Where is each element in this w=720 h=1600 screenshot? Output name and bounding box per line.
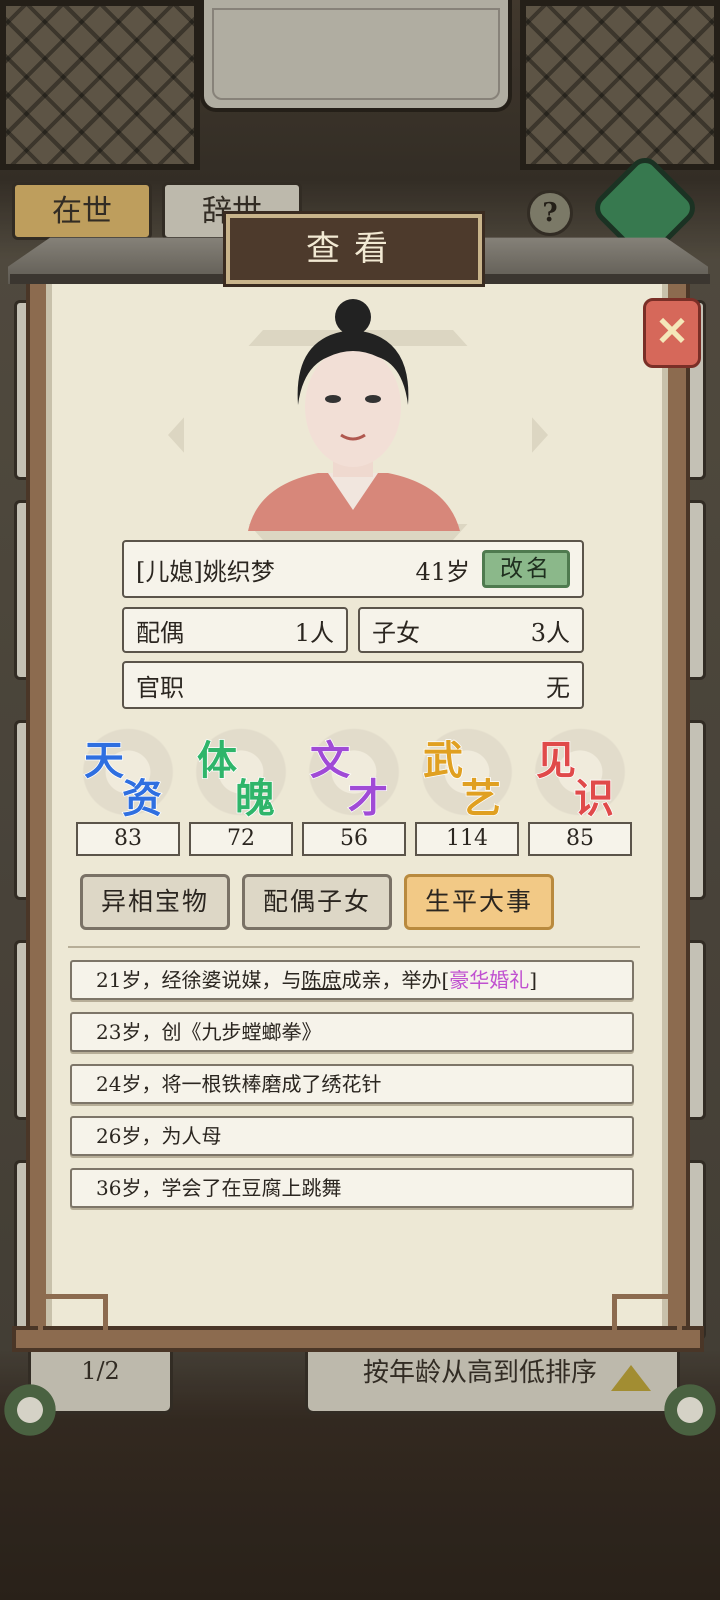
spouse-row: 配偶 1人 xyxy=(122,607,348,653)
stat-glyph: 见 xyxy=(535,736,577,785)
person-age: 41岁 xyxy=(415,557,470,586)
stat-glyph: 才 xyxy=(347,774,389,823)
event-text: ] xyxy=(529,968,538,992)
stat-physique-value: 72 xyxy=(189,822,293,856)
stat-glyph: 魄 xyxy=(234,774,276,823)
stat-literary-emblem: 文才 xyxy=(302,722,406,823)
tab-life-events[interactable]: 生平大事 xyxy=(404,874,554,930)
stat-glyph: 武 xyxy=(422,736,464,785)
life-event-item: 23岁，创《九步螳螂拳》 xyxy=(70,1012,634,1052)
stat-physique-emblem: 体魄 xyxy=(189,722,293,823)
spouse-label: 配偶 xyxy=(136,618,184,647)
modal-title: 查看 xyxy=(226,214,482,284)
stat-glyph: 识 xyxy=(573,774,615,823)
tab-treasures[interactable]: 异相宝物 xyxy=(80,874,230,930)
person-info-row: [儿媳]姚织梦 41岁 改名 xyxy=(122,540,584,598)
office-label: 官职 xyxy=(136,673,184,702)
children-count: 3人 xyxy=(530,618,570,647)
life-event-item: 24岁，将一根铁棒磨成了绣花针 xyxy=(70,1064,634,1104)
spouse-count: 1人 xyxy=(294,618,334,647)
stat-talent-emblem: 天资 xyxy=(76,722,180,823)
children-row: 子女 3人 xyxy=(358,607,584,653)
spouse-name-link[interactable]: 陈庶 xyxy=(301,968,341,992)
stat-insight-emblem: 见识 xyxy=(528,722,632,823)
office-value: 无 xyxy=(546,673,570,702)
event-text: 21岁，经徐婆说媒，与 xyxy=(96,968,302,992)
stat-glyph: 艺 xyxy=(460,774,502,823)
stat-glyph: 体 xyxy=(196,736,238,785)
rename-button[interactable]: 改名 xyxy=(482,550,570,588)
modal-foot-post xyxy=(612,1294,682,1334)
office-row: 官职 无 xyxy=(122,661,584,709)
life-event-item: 21岁，经徐婆说媒，与陈庶成亲，举办[豪华婚礼] xyxy=(70,960,634,1000)
stat-glyph: 文 xyxy=(309,736,351,785)
children-label: 子女 xyxy=(372,618,420,647)
wedding-type-highlight: 豪华婚礼 xyxy=(449,968,530,992)
modal-foot-post xyxy=(38,1294,108,1334)
tab-spouse-children[interactable]: 配偶子女 xyxy=(242,874,392,930)
life-event-item: 26岁，为人母 xyxy=(70,1116,634,1156)
close-button[interactable]: ✕ xyxy=(643,298,701,368)
modal-foot-rail xyxy=(12,1326,704,1352)
stat-glyph: 资 xyxy=(121,774,163,823)
stat-insight-value: 85 xyxy=(528,822,632,856)
stat-literary-value: 56 xyxy=(302,822,406,856)
section-divider xyxy=(68,938,640,948)
character-portrait xyxy=(248,299,460,531)
stat-martial-value: 114 xyxy=(415,822,519,856)
person-name: [儿媳]姚织梦 xyxy=(136,557,275,586)
stat-martial-emblem: 武艺 xyxy=(415,722,519,823)
stat-talent-value: 83 xyxy=(76,822,180,856)
life-event-item: 36岁，学会了在豆腐上跳舞 xyxy=(70,1168,634,1208)
close-icon: ✕ xyxy=(655,308,689,355)
stat-glyph: 天 xyxy=(83,736,125,785)
event-text: 成亲，举办[ xyxy=(341,968,450,992)
